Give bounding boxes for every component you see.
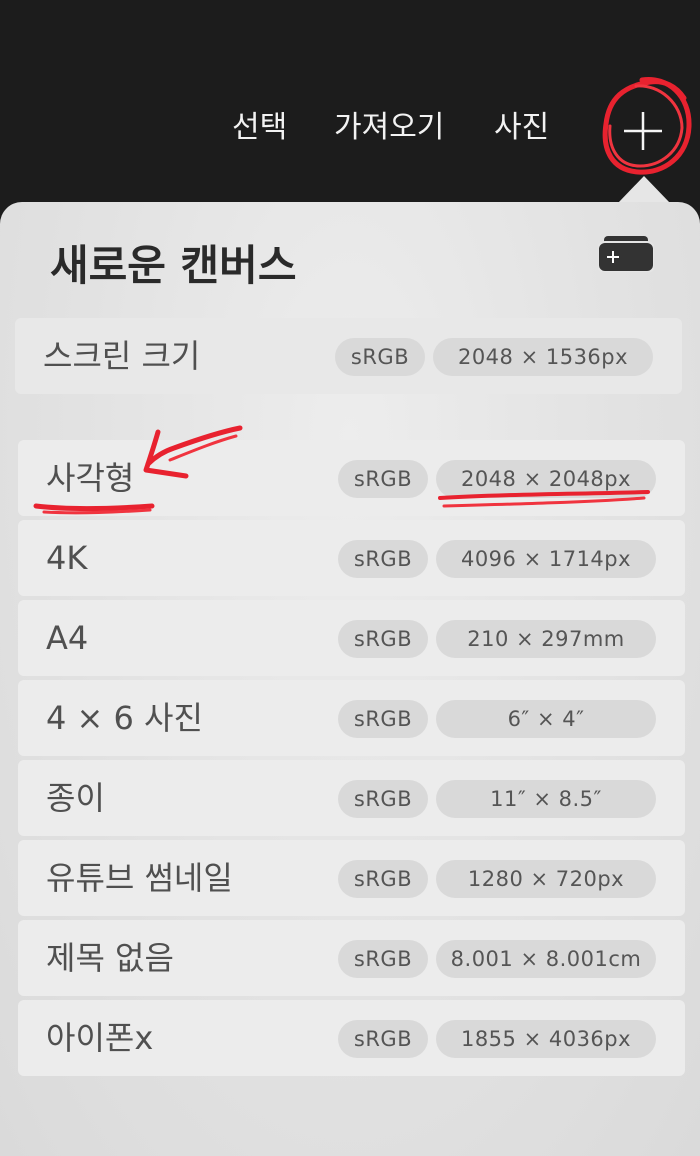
plus-icon [624, 112, 662, 150]
preset-name: 4 × 6 사진 [46, 699, 203, 737]
import-button[interactable]: 가져오기 [334, 106, 444, 150]
new-canvas-popover: 새로운 캔버스 스크린 크기 sRGB 2048 × 1536px 사각형 sR… [0, 202, 700, 1156]
add-canvas-icon [597, 236, 655, 273]
preset-name: 4K [46, 539, 88, 577]
canvas-size-badge: 2048 × 2048px [436, 460, 656, 498]
gallery-nav: 선택 가져오기 사진 [0, 106, 700, 150]
preset-row-paper[interactable]: 종이 sRGB 11″ × 8.5″ [18, 760, 685, 836]
preset-name: A4 [46, 619, 89, 657]
preset-row-4x6-photo[interactable]: 4 × 6 사진 sRGB 6″ × 4″ [18, 680, 685, 756]
popover-title: 새로운 캔버스 [50, 241, 297, 290]
color-profile-badge: sRGB [338, 700, 428, 738]
canvas-size-badge: 4096 × 1714px [436, 540, 656, 578]
canvas-size-badge: 1855 × 4036px [436, 1020, 656, 1058]
color-profile-badge: sRGB [335, 338, 425, 376]
custom-canvas-button[interactable] [597, 236, 655, 273]
canvas-size-badge: 8.001 × 8.001cm [436, 940, 656, 978]
popover-arrow [618, 176, 670, 203]
canvas-size-badge: 6″ × 4″ [436, 700, 656, 738]
canvas-size-badge: 2048 × 1536px [433, 338, 653, 376]
preset-row-youtube-thumbnail[interactable]: 유튜브 썸네일 sRGB 1280 × 720px [18, 840, 685, 916]
preset-name: 제목 없음 [46, 939, 174, 977]
preset-row-iphone-x[interactable]: 아이폰x sRGB 1855 × 4036px [18, 1000, 685, 1076]
color-profile-badge: sRGB [338, 780, 428, 818]
preset-row-square[interactable]: 사각형 sRGB 2048 × 2048px [18, 440, 685, 516]
preset-row-a4[interactable]: A4 sRGB 210 × 297mm [18, 600, 685, 676]
color-profile-badge: sRGB [338, 940, 428, 978]
preset-name: 사각형 [46, 459, 135, 497]
photo-button[interactable]: 사진 [494, 106, 549, 150]
preset-name: 종이 [46, 779, 105, 817]
preset-name: 유튜브 썸네일 [46, 859, 233, 897]
color-profile-badge: sRGB [338, 620, 428, 658]
new-canvas-button[interactable] [612, 104, 674, 156]
color-profile-badge: sRGB [338, 1020, 428, 1058]
canvas-size-badge: 210 × 297mm [436, 620, 656, 658]
preset-row-screen-size[interactable]: 스크린 크기 sRGB 2048 × 1536px [15, 318, 682, 394]
top-toolbar: 선택 가져오기 사진 [0, 0, 700, 172]
color-profile-badge: sRGB [338, 860, 428, 898]
preset-name: 아이폰x [46, 1019, 154, 1057]
select-button[interactable]: 선택 [232, 106, 287, 150]
canvas-size-badge: 1280 × 720px [436, 860, 656, 898]
preset-row-untitled[interactable]: 제목 없음 sRGB 8.001 × 8.001cm [18, 920, 685, 996]
preset-name: 스크린 크기 [43, 337, 201, 375]
canvas-size-badge: 11″ × 8.5″ [436, 780, 656, 818]
preset-row-4k[interactable]: 4K sRGB 4096 × 1714px [18, 520, 685, 596]
color-profile-badge: sRGB [338, 460, 428, 498]
color-profile-badge: sRGB [338, 540, 428, 578]
